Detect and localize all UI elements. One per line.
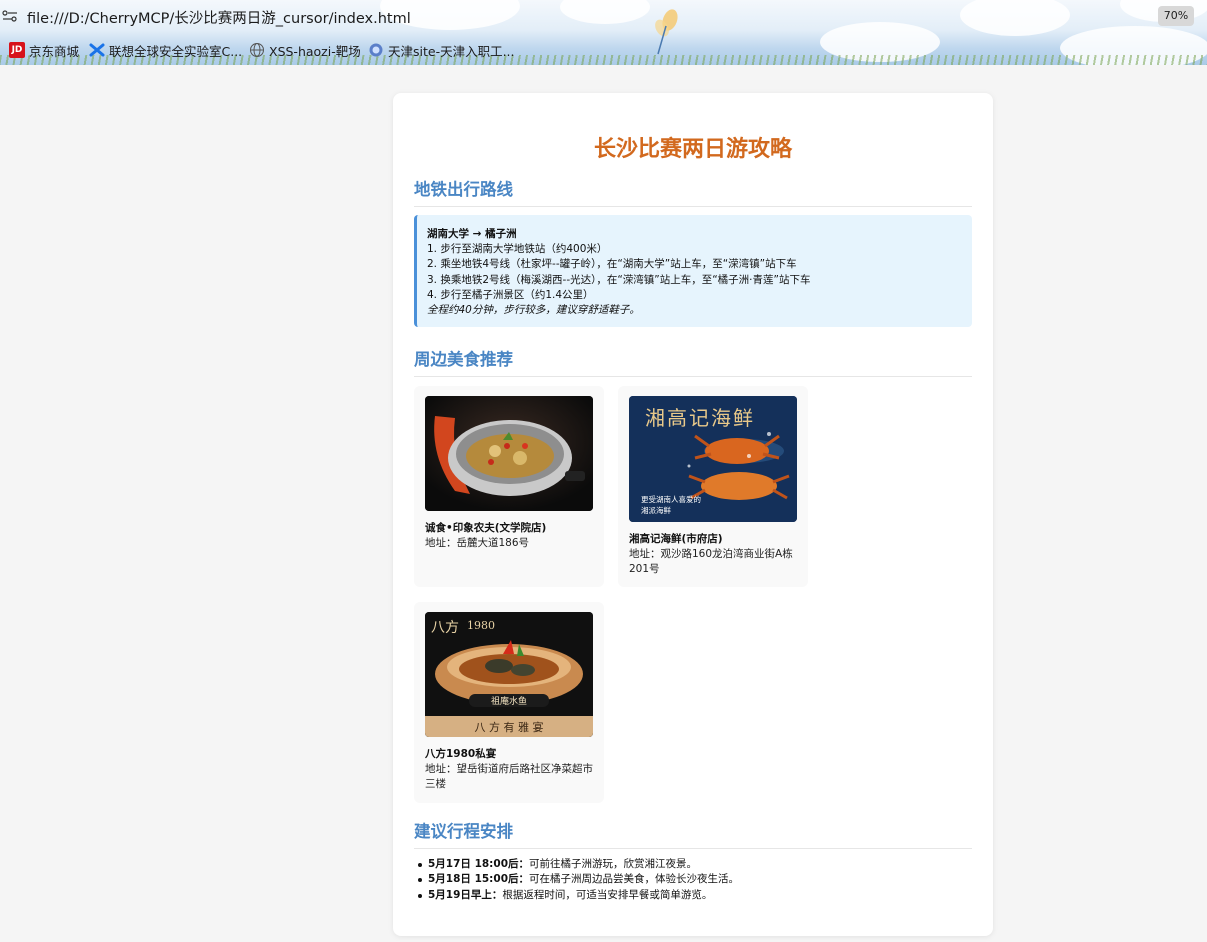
section-heading-food: 周边美食推荐	[414, 346, 972, 377]
browser-chrome: file:///D:/CherryMCP/长沙比赛两日游_cursor/inde…	[0, 0, 1207, 65]
route-step: 2. 乘坐地铁4号线（杜家坪--罐子岭），在“湖南大学”站上车，至“溁湾镇”站下…	[427, 258, 797, 271]
jd-icon: JD	[9, 42, 25, 58]
content-card: 长沙比赛两日游攻略 地铁出行路线 湖南大学 → 橘子洲 1. 步行至湖南大学地铁…	[393, 93, 993, 936]
plan-text: 可在橘子洲周边品尝美食，体验长沙夜生活。	[529, 873, 739, 886]
bookmark-label: 联想全球安全实验室C...	[109, 43, 243, 59]
bookmarks-bar: JD 京东商城 联想全球安全实验室C... XSS-haozi-靶场 天津sit…	[0, 38, 1207, 62]
itinerary-list: 5月17日 18:00后：可前往橘子洲游玩，欣赏湘江夜景。 5月18日 15:0…	[416, 857, 976, 903]
restaurant-name: 诚食•印象农夫(文学院店)	[425, 522, 547, 534]
bookmark-label: 天津site-天津入职工...	[388, 43, 515, 59]
route-step: 3. 换乘地铁2号线（梅溪湖西--光达），在“溁湾镇”站上车，至“橘子洲·青莲”…	[427, 273, 811, 286]
restaurant-address: 地址：望岳街道府后路社区净菜超市三楼	[425, 763, 593, 790]
route-note: 全程约40分钟，步行较多，建议穿舒适鞋子。	[427, 304, 640, 317]
page-title: 长沙比赛两日游攻略	[593, 137, 792, 162]
restaurant-name: 湘高记海鲜(市府店)	[629, 533, 723, 545]
plan-time: 5月17日 18:00后：	[428, 858, 529, 870]
svg-text:1980: 1980	[467, 619, 495, 632]
lenovo-icon	[89, 42, 105, 58]
bookmark-xss[interactable]: XSS-haozi-靶场	[249, 38, 361, 62]
address-bar[interactable]: file:///D:/CherryMCP/长沙比赛两日游_cursor/inde…	[0, 0, 1207, 32]
bookmark-label: 京东商城	[29, 43, 80, 59]
bookmark-lenovo[interactable]: 联想全球安全实验室C...	[89, 38, 242, 62]
zoom-indicator[interactable]: 70%	[1158, 6, 1194, 26]
plan-time: 5月19日早上：	[428, 888, 503, 901]
plan-text: 根据返程时间，可适当安排早餐或简单游览。	[502, 888, 713, 901]
list-item: 5月19日早上：根据返程时间，可适当安排早餐或简单游览。	[416, 888, 976, 903]
restaurant-address: 地址：岳麓大道186号	[425, 537, 530, 549]
bookmark-jd[interactable]: JD 京东商城	[9, 38, 79, 62]
section-heading-metro: 地铁出行路线	[414, 176, 972, 207]
shield-globe-icon	[368, 42, 384, 58]
route-step: 1. 步行至湖南大学地铁站（约400米）	[427, 243, 608, 256]
list-item: 5月17日 18:00后：可前往橘子洲游玩，欣赏湘江夜景。	[416, 857, 976, 872]
globe-icon	[249, 42, 265, 58]
route-box: 湖南大学 → 橘子洲 1. 步行至湖南大学地铁站（约400米） 2. 乘坐地铁4…	[414, 215, 972, 327]
food-photo-pot	[425, 396, 593, 511]
restaurant-name: 八方1980私宴	[425, 748, 497, 760]
svg-text:祖庵水鱼: 祖庵水鱼	[491, 695, 527, 707]
svg-text:八方: 八方	[431, 620, 459, 636]
route-heading: 湖南大学 → 橘子洲	[427, 228, 517, 240]
bookmark-label: XSS-haozi-靶场	[269, 43, 361, 59]
food-photo-fish: 八方 1980 祖庵水鱼 八 方 有 雅 宴	[425, 612, 593, 737]
svg-text:八 方 有 雅 宴: 八 方 有 雅 宴	[475, 720, 544, 734]
restaurant-card: 湘高记海鲜 更受湖南人喜爱的 湘派海鲜 湘高记海鲜(市府店) 地址：观沙路160…	[618, 386, 808, 587]
restaurant-address: 地址：观沙路160龙泊湾商业街A栋201号	[629, 548, 793, 575]
section-heading-plan: 建议行程安排	[414, 818, 972, 849]
bookmark-tianjin[interactable]: 天津site-天津入职工...	[368, 38, 515, 62]
food-photo-crab: 湘高记海鲜 更受湖南人喜爱的 湘派海鲜	[629, 396, 797, 522]
svg-text:湘派海鲜: 湘派海鲜	[641, 505, 671, 515]
url-text[interactable]: file:///D:/CherryMCP/长沙比赛两日游_cursor/inde…	[27, 7, 411, 28]
restaurant-card: 八方 1980 祖庵水鱼 八 方 有 雅 宴 八方1980私宴 地址：望岳街道府…	[414, 602, 604, 803]
plan-text: 可前往橘子洲游玩，欣赏湘江夜景。	[529, 858, 697, 870]
svg-text:湘高记海鲜: 湘高记海鲜	[645, 406, 755, 430]
page-info-icon[interactable]	[2, 10, 18, 22]
route-step: 4. 步行至橘子洲景区（约1.4公里）	[427, 288, 594, 301]
list-item: 5月18日 15:00后：可在橘子洲周边品尝美食，体验长沙夜生活。	[416, 872, 976, 887]
restaurant-card: 诚食•印象农夫(文学院店) 地址：岳麓大道186号	[414, 386, 604, 587]
plan-time: 5月18日 15:00后：	[428, 873, 529, 886]
svg-text:更受湖南人喜爱的: 更受湖南人喜爱的	[641, 494, 701, 504]
